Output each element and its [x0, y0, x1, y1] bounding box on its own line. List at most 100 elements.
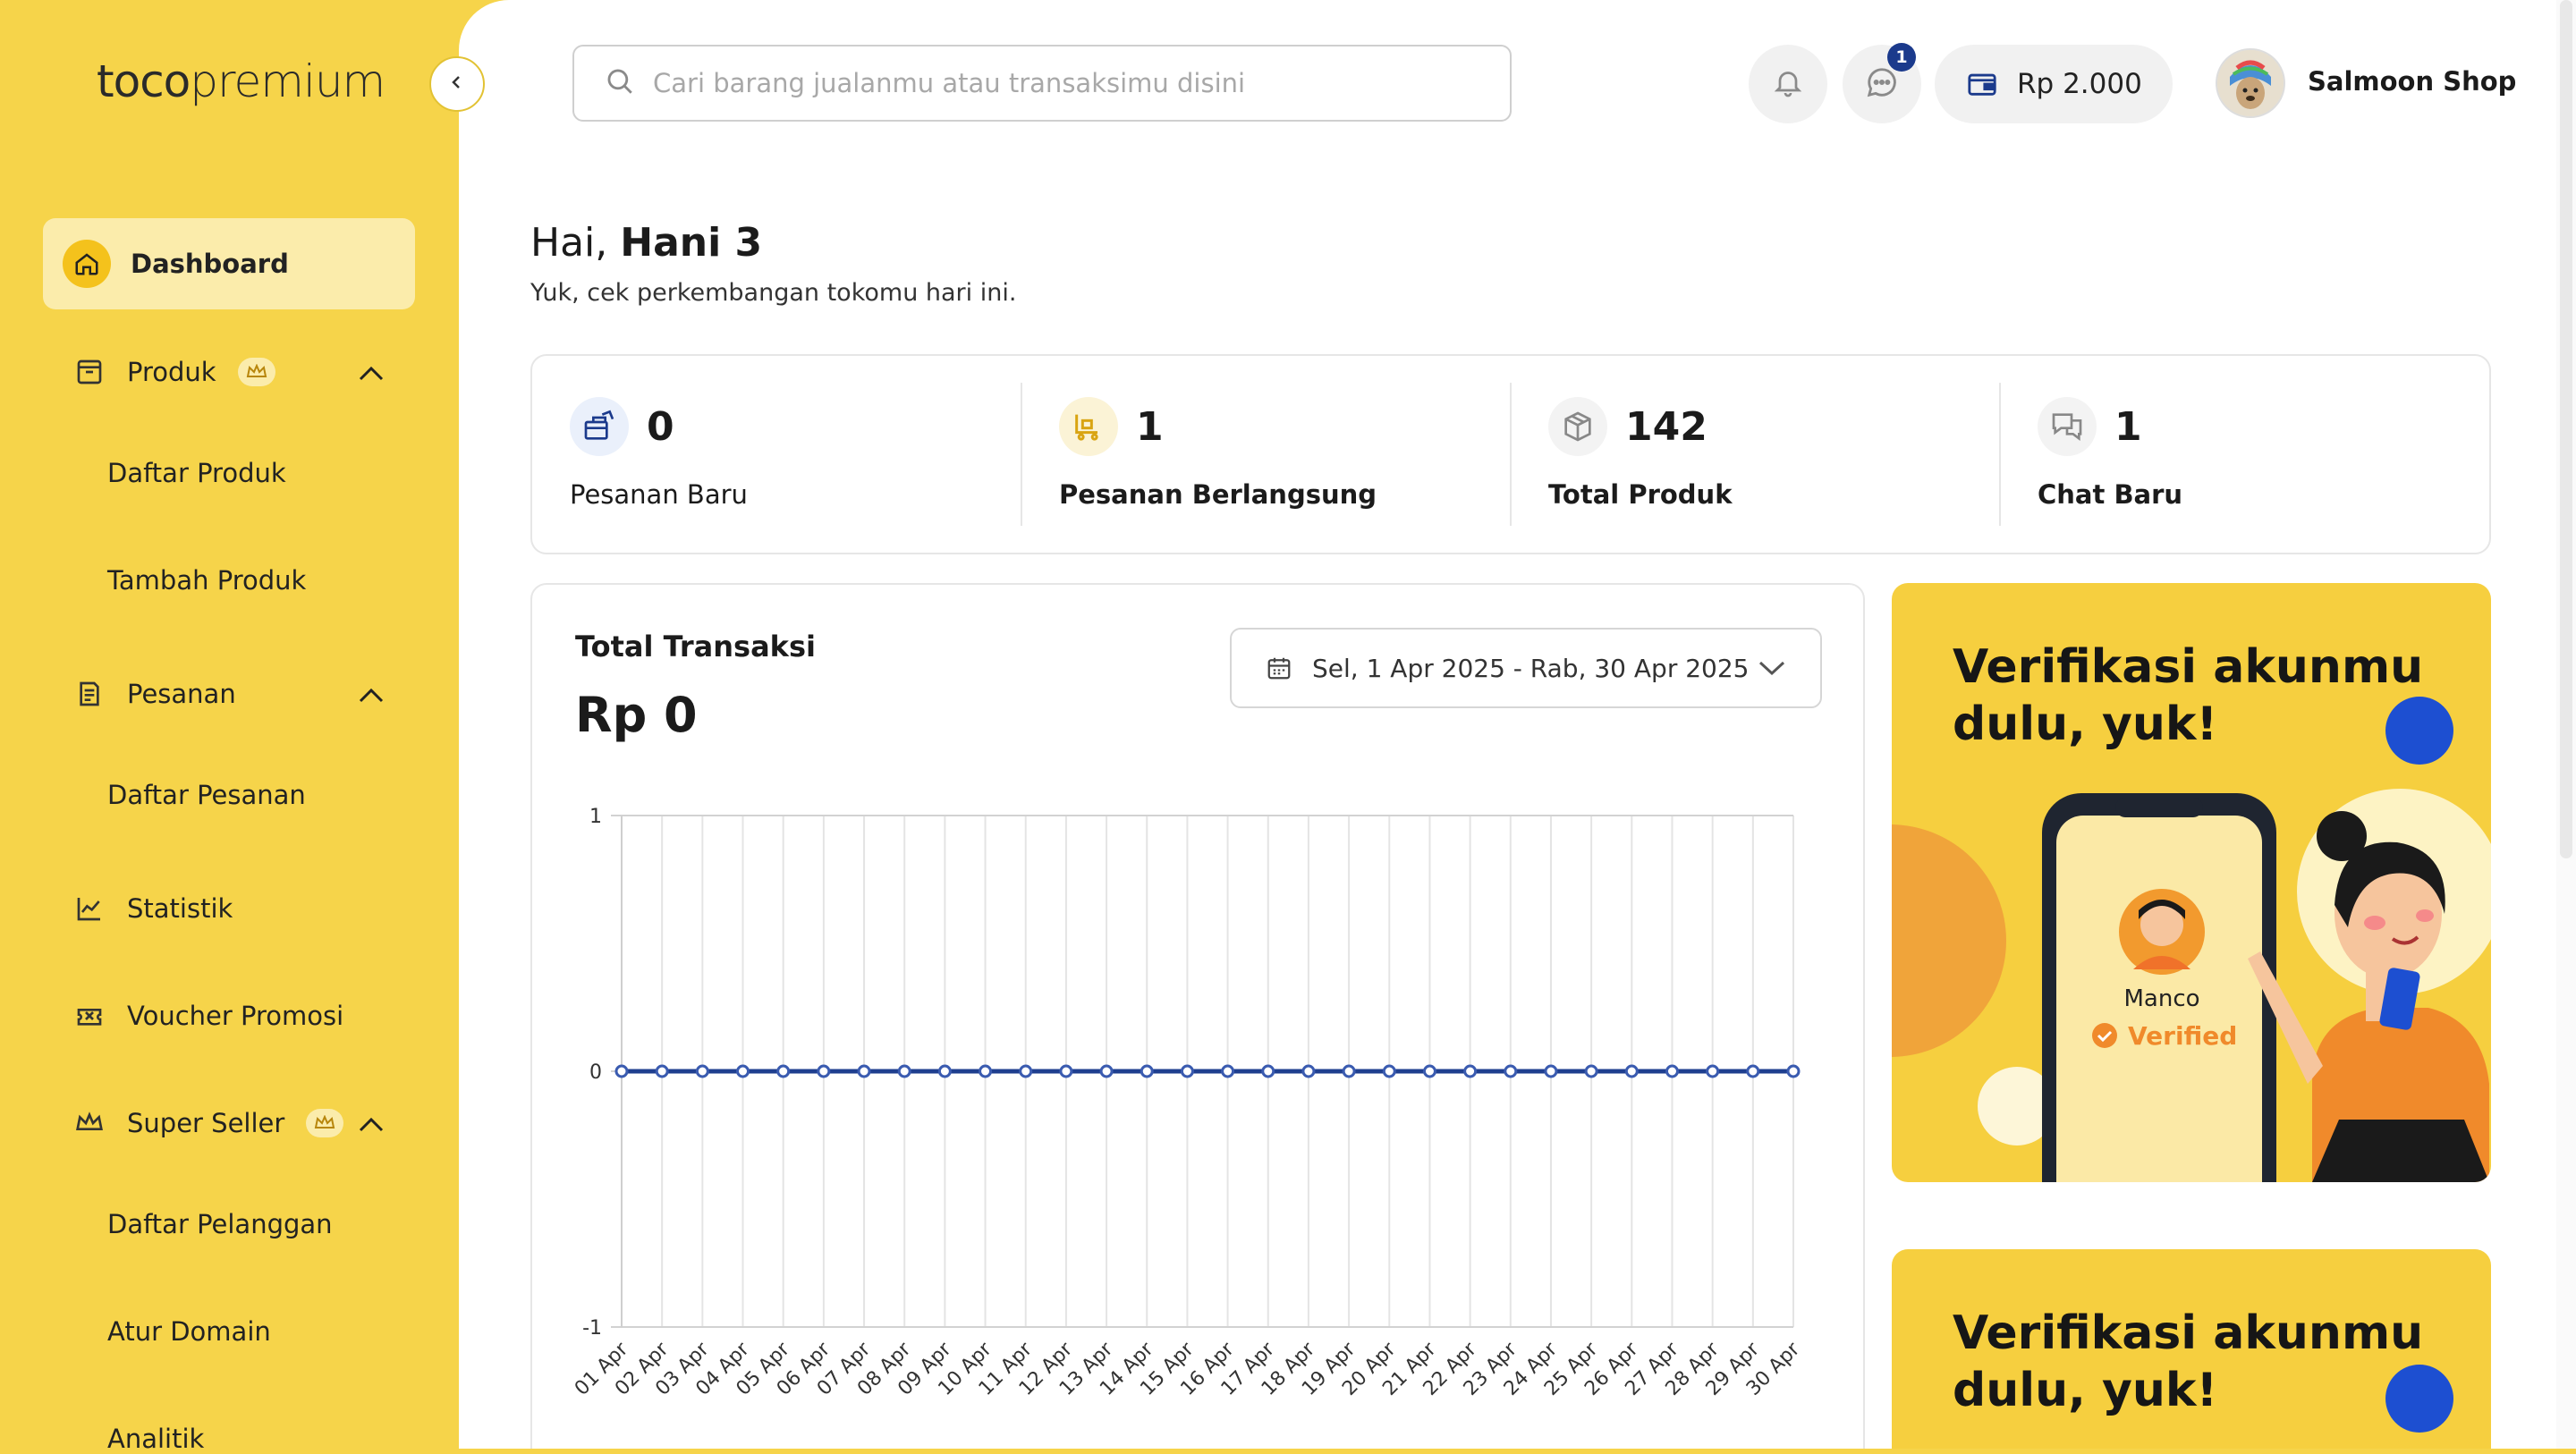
- shop-avatar[interactable]: [2216, 48, 2285, 118]
- search-input[interactable]: [651, 67, 1460, 99]
- sidebar-item-produk[interactable]: Produk: [43, 326, 415, 418]
- sidebar-item-label: Voucher Promosi: [127, 1001, 344, 1031]
- sidebar-item-label: Dashboard: [131, 249, 289, 279]
- stat-divider: [1510, 383, 1512, 526]
- verify-account-banner-secondary[interactable]: Verifikasi akunmu dulu, yuk!: [1892, 1249, 2491, 1449]
- sidebar-subitem-daftar-pesanan[interactable]: Daftar Pesanan: [107, 780, 306, 810]
- stat-divider: [1999, 383, 2001, 526]
- chart-line-icon: [73, 892, 106, 925]
- sidebar-subitem-analitik[interactable]: Analitik: [107, 1424, 204, 1454]
- stat-pesanan-baru[interactable]: 0 Pesanan Baru: [570, 383, 1017, 526]
- verified-card-name: Manco: [2123, 985, 2199, 1012]
- sidebar-item-dashboard[interactable]: Dashboard: [43, 218, 415, 309]
- greeting-subtitle: Yuk, cek perkembangan tokomu hari ini.: [530, 279, 1017, 307]
- y-tick-label: 1: [589, 806, 602, 828]
- search-box[interactable]: [572, 45, 1512, 122]
- stat-label: Chat Baru: [2038, 479, 2183, 510]
- home-icon: [63, 240, 111, 288]
- sidebar-subitem-tambah-produk[interactable]: Tambah Produk: [107, 565, 306, 596]
- crown-icon: [73, 1107, 106, 1139]
- transaction-chart-card: Total Transaksi Rp 0 Sel, 1 Apr 2025 - R…: [530, 583, 1865, 1449]
- logo-part-toco: toco: [97, 55, 191, 107]
- data-point: [1504, 1064, 1518, 1078]
- data-point: [817, 1064, 831, 1078]
- data-point: [897, 1064, 911, 1078]
- y-tick-label: 0: [589, 1061, 602, 1084]
- data-point: [1584, 1064, 1598, 1078]
- data-point: [655, 1064, 669, 1078]
- sidebar-subitem-daftar-pelanggan[interactable]: Daftar Pelanggan: [107, 1209, 333, 1239]
- search-icon: [605, 66, 635, 100]
- wallet-balance-button[interactable]: Rp 2.000: [1935, 45, 2173, 123]
- data-point: [1382, 1064, 1396, 1078]
- stat-value: 0: [647, 404, 674, 450]
- data-point: [1746, 1064, 1760, 1078]
- data-point: [1422, 1064, 1436, 1078]
- greeting-prefix: Hai,: [530, 220, 608, 266]
- stat-chat-baru[interactable]: 1 Chat Baru: [2038, 383, 2485, 526]
- bell-icon: [1772, 66, 1804, 102]
- sidebar-subitem-atur-domain[interactable]: Atur Domain: [107, 1316, 271, 1347]
- data-point: [1059, 1064, 1073, 1078]
- shop-name[interactable]: Salmoon Shop: [2308, 66, 2516, 97]
- data-point: [1342, 1064, 1356, 1078]
- chevron-left-icon: [449, 74, 465, 94]
- wallet-icon: [1967, 71, 1997, 97]
- box-arrow-icon: [570, 397, 629, 456]
- chat-count-badge: 1: [1887, 43, 1916, 72]
- stat-pesanan-berlangsung[interactable]: 1 Pesanan Berlangsung: [1059, 383, 1506, 526]
- sidebar: tocopremium Dashboard Produk Daftar Prod…: [0, 0, 459, 1454]
- data-point: [1099, 1064, 1114, 1078]
- sidebar-item-pesanan[interactable]: Pesanan: [43, 648, 415, 740]
- chevron-up-icon[interactable]: [358, 681, 385, 711]
- data-point: [1624, 1064, 1639, 1078]
- data-point: [979, 1064, 993, 1078]
- store-box-icon: [73, 356, 106, 388]
- scrollbar-thumb[interactable]: [2560, 0, 2572, 858]
- stat-label: Pesanan Baru: [570, 479, 748, 510]
- data-point: [1180, 1064, 1194, 1078]
- stat-value: 142: [1625, 404, 1707, 450]
- collapse-sidebar-button[interactable]: [429, 56, 485, 112]
- data-point: [1301, 1064, 1316, 1078]
- data-point: [1665, 1064, 1679, 1078]
- data-point: [1463, 1064, 1478, 1078]
- stat-label: Pesanan Berlangsung: [1059, 479, 1377, 510]
- data-point: [1221, 1064, 1235, 1078]
- data-point: [614, 1064, 629, 1078]
- stats-panel: 0 Pesanan Baru 1 Pesanan Berlangsung 142…: [530, 354, 2491, 554]
- date-range-text: Sel, 1 Apr 2025 - Rab, 30 Apr 2025: [1312, 653, 1750, 683]
- notification-button[interactable]: [1749, 45, 1827, 123]
- sidebar-item-label: Pesanan: [127, 679, 236, 709]
- y-tick-label: -1: [582, 1317, 602, 1340]
- verify-account-banner[interactable]: Verifikasi akunmu dulu, yuk! Manco Verif…: [1892, 583, 2491, 1182]
- user-name: Hani 3: [620, 220, 763, 266]
- sidebar-item-label: Produk: [127, 357, 216, 387]
- chat-bubble-icon: [1865, 65, 1899, 103]
- verify-illustration: Manco Verified: [1892, 697, 2491, 1182]
- data-point: [1019, 1064, 1033, 1078]
- data-point: [1544, 1064, 1558, 1078]
- sidebar-item-voucher-promosi[interactable]: Voucher Promosi: [43, 970, 415, 1061]
- chevron-up-icon[interactable]: [358, 1110, 385, 1140]
- stat-value: 1: [1136, 404, 1164, 450]
- sidebar-item-super-seller[interactable]: Super Seller: [43, 1078, 415, 1169]
- verified-status: Verified: [2128, 1021, 2237, 1051]
- sidebar-item-label: Super Seller: [127, 1108, 285, 1138]
- ticket-icon: [73, 1000, 106, 1032]
- chat-button[interactable]: 1: [1843, 43, 1921, 123]
- sidebar-item-label: Statistik: [127, 893, 233, 924]
- cart-icon: [1059, 397, 1118, 456]
- stat-total-produk[interactable]: 142 Total Produk: [1548, 383, 1996, 526]
- sidebar-item-statistik[interactable]: Statistik: [43, 863, 415, 954]
- stat-value: 1: [2114, 404, 2142, 450]
- scrollbar[interactable]: [2556, 0, 2576, 1449]
- chevron-up-icon[interactable]: [358, 359, 385, 389]
- transaction-line-chart: 10-101 Apr02 Apr03 Apr04 Apr05 Apr06 Apr…: [571, 806, 1805, 1400]
- wallet-balance-text: Rp 2.000: [2017, 68, 2142, 100]
- brand-logo[interactable]: tocopremium: [97, 55, 386, 107]
- chart-total-value: Rp 0: [575, 687, 698, 743]
- data-point: [1786, 1064, 1801, 1078]
- sidebar-subitem-daftar-produk[interactable]: Daftar Produk: [107, 458, 286, 488]
- date-range-picker[interactable]: Sel, 1 Apr 2025 - Rab, 30 Apr 2025: [1230, 628, 1822, 708]
